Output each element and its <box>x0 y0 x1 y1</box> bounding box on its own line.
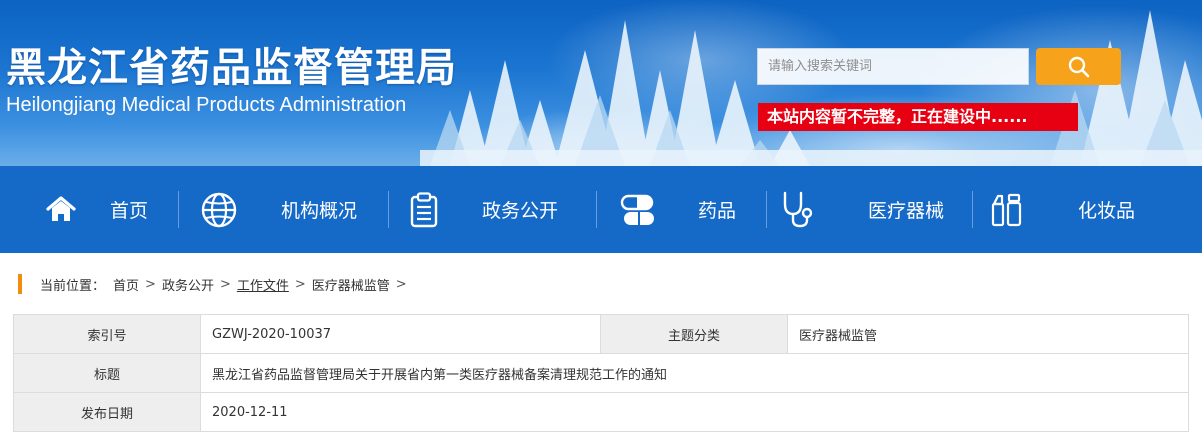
globe-icon <box>200 191 238 229</box>
search-input[interactable] <box>757 48 1029 85</box>
nav-item-drugs[interactable]: 药品 <box>620 166 736 253</box>
capsule-icon <box>620 192 656 228</box>
index-value: GZWJ-2020-10037 <box>200 314 601 354</box>
breadcrumb-separator: > <box>395 276 407 292</box>
breadcrumb-link-work-files[interactable]: 工作文件 <box>237 275 289 294</box>
table-row: 标题 黑龙江省药品监督管理局关于开展省内第一类医疗器械备案清理规范工作的通知 <box>13 353 1189 393</box>
topic-label: 主题分类 <box>600 314 788 354</box>
nav-divider <box>766 191 767 228</box>
topic-value: 医疗器械监管 <box>787 314 1189 354</box>
nav-label-home: 首页 <box>110 200 149 222</box>
nav-divider <box>178 191 179 228</box>
nav-divider <box>388 191 389 228</box>
date-value: 2020-12-11 <box>200 392 1189 432</box>
nav-divider <box>596 191 597 228</box>
header-banner: 黑龙江省药品监督管理局 Heilongjiang Medical Product… <box>0 0 1202 166</box>
search-button[interactable] <box>1036 48 1121 85</box>
document-info-table: 索引号 GZWJ-2020-10037 主题分类 医疗器械监管 标题 黑龙江省药… <box>13 314 1189 432</box>
site-subtitle: Heilongjiang Medical Products Administra… <box>6 94 407 116</box>
breadcrumb-separator: > <box>145 276 156 292</box>
date-label: 发布日期 <box>13 392 201 432</box>
nav-item-cosmetics[interactable]: 化妆品 <box>990 166 1135 253</box>
nav-divider <box>972 191 973 228</box>
breadcrumb: 当前位置： 首页 > 政务公开 > 工作文件 > 医疗器械监管 > <box>18 274 413 294</box>
main-nav: 首页 机构概况 政务公开 药品 医疗器械 化妆品 <box>0 166 1202 253</box>
nav-label-drugs: 药品 <box>698 200 737 222</box>
site-title: 黑龙江省药品监督管理局 <box>6 45 457 91</box>
nav-label-cosmetics: 化妆品 <box>1078 200 1136 222</box>
home-icon <box>45 194 77 226</box>
breadcrumb-link-device-supervision[interactable]: 医疗器械监管 <box>312 275 390 294</box>
search-icon <box>1068 56 1090 78</box>
cosmetics-icon <box>990 192 1022 228</box>
nav-label-about: 机构概况 <box>281 200 358 222</box>
nav-item-gov-affairs[interactable]: 政务公开 <box>408 166 558 253</box>
construction-notice: 本站内容暂不完整，正在建设中...... <box>758 103 1078 131</box>
table-row: 发布日期 2020-12-11 <box>13 392 1189 432</box>
nav-label-gov-affairs: 政务公开 <box>482 200 559 222</box>
breadcrumb-separator: > <box>219 276 231 292</box>
nav-item-home[interactable]: 首页 <box>45 166 148 253</box>
breadcrumb-link-home[interactable]: 首页 <box>113 275 139 294</box>
nav-label-medical-devices: 医疗器械 <box>868 200 945 222</box>
breadcrumb-marker <box>18 274 22 294</box>
breadcrumb-link-gov-affairs[interactable]: 政务公开 <box>162 275 214 294</box>
index-label: 索引号 <box>13 314 201 354</box>
title-value: 黑龙江省药品监督管理局关于开展省内第一类医疗器械备案清理规范工作的通知 <box>200 353 1189 393</box>
table-row: 索引号 GZWJ-2020-10037 主题分类 医疗器械监管 <box>13 314 1189 354</box>
breadcrumb-separator: > <box>294 276 306 292</box>
nav-item-about[interactable]: 机构概况 <box>200 166 357 253</box>
title-label: 标题 <box>13 353 201 393</box>
clipboard-icon <box>408 191 440 228</box>
nav-item-medical-devices[interactable]: 医疗器械 <box>780 166 944 253</box>
breadcrumb-prefix: 当前位置： <box>40 278 106 294</box>
stethoscope-icon <box>780 190 816 230</box>
